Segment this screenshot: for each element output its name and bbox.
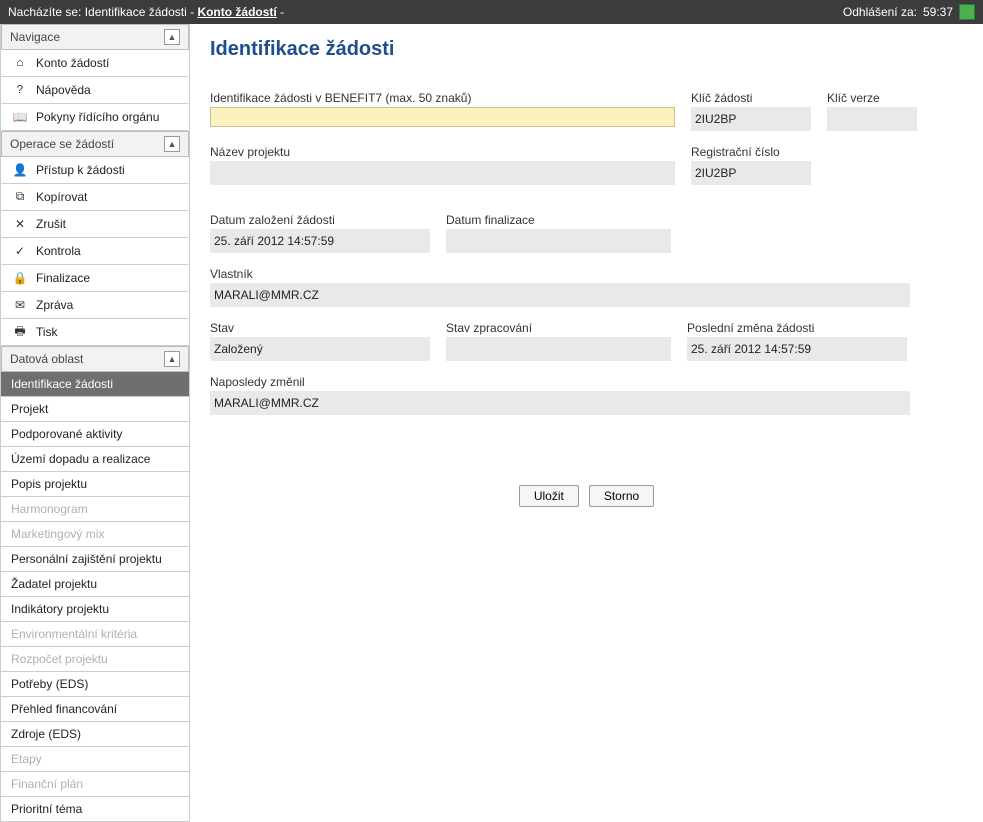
- ops-item[interactable]: ✓ Kontrola: [1, 238, 189, 265]
- data-area-item: Rozpočet projektu: [1, 647, 189, 672]
- name-value: [210, 161, 675, 185]
- data-area-item[interactable]: Personální zajištění projektu: [1, 547, 189, 572]
- nav-item[interactable]: ? Nápověda: [1, 77, 189, 104]
- ops-icon: ⧉: [12, 190, 28, 204]
- ops-item[interactable]: 🔒 Finalizace: [1, 265, 189, 292]
- breadcrumb-link[interactable]: Konto žádostí: [197, 5, 276, 19]
- ops-icon: 🔒: [12, 271, 28, 286]
- data-header-label: Datová oblast: [10, 352, 83, 366]
- breadcrumb-prefix: Nacházíte se: Identifikace žádosti -: [8, 5, 197, 19]
- ops-label: Finalizace: [36, 271, 90, 285]
- owner-label: Vlastník: [210, 267, 910, 281]
- ops-item[interactable]: ✕ Zrušit: [1, 211, 189, 238]
- data-area-item[interactable]: Potřeby (EDS): [1, 672, 189, 697]
- ops-label: Zpráva: [36, 298, 73, 312]
- data-area-item[interactable]: Území dopadu a realizace: [1, 447, 189, 472]
- logout-timer: Odhlášení za: 59:37: [843, 0, 975, 24]
- nav-item[interactable]: 📖 Pokyny řídícího orgánu: [1, 104, 189, 131]
- ops-label: Tisk: [36, 325, 58, 339]
- data-area-item[interactable]: Přehled financování: [1, 697, 189, 722]
- nav-icon: ⌂: [12, 56, 28, 70]
- key-value: 2IU2BP: [691, 107, 811, 131]
- created-value: 25. září 2012 14:57:59: [210, 229, 430, 253]
- logout-time: 59:37: [923, 0, 953, 24]
- breadcrumb: Nacházíte se: Identifikace žádosti - Kon…: [8, 0, 284, 24]
- data-area-item: Environmentální kritéria: [1, 622, 189, 647]
- data-area-item[interactable]: Identifikace žádosti: [1, 372, 189, 397]
- proc-value: [446, 337, 671, 361]
- nav-header-label: Navigace: [10, 30, 60, 44]
- nav-header[interactable]: Navigace ▲: [1, 24, 189, 50]
- ops-item[interactable]: ✉ Zpráva: [1, 292, 189, 319]
- ops-label: Zrušit: [36, 217, 66, 231]
- ver-value: [827, 107, 917, 131]
- data-area-item[interactable]: Popis projektu: [1, 472, 189, 497]
- nav-label: Nápověda: [36, 83, 91, 97]
- ops-label: Kontrola: [36, 244, 81, 258]
- data-area-item[interactable]: Zdroje (EDS): [1, 722, 189, 747]
- chevron-up-icon[interactable]: ▲: [164, 351, 180, 367]
- ops-icon: 🖶: [12, 322, 28, 343]
- breadcrumb-suffix: -: [277, 5, 284, 19]
- ops-icon: 👤: [12, 163, 28, 178]
- proc-label: Stav zpracování: [446, 321, 671, 335]
- ident-label: Identifikace žádosti v BENEFIT7 (max. 50…: [210, 91, 675, 105]
- lastby-label: Naposledy změnil: [210, 375, 910, 389]
- last-value: 25. září 2012 14:57:59: [687, 337, 907, 361]
- topbar: Nacházíte se: Identifikace žádosti - Kon…: [0, 0, 983, 24]
- ops-header[interactable]: Operace se žádostí ▲: [1, 131, 189, 157]
- reg-label: Registrační číslo: [691, 145, 811, 159]
- data-area-item: Etapy: [1, 747, 189, 772]
- logout-label: Odhlášení za:: [843, 0, 917, 24]
- save-button[interactable]: Uložit: [519, 485, 579, 507]
- final-label: Datum finalizace: [446, 213, 671, 227]
- ops-icon: ✓: [12, 244, 28, 259]
- chevron-up-icon[interactable]: ▲: [164, 29, 180, 45]
- chevron-up-icon[interactable]: ▲: [164, 136, 180, 152]
- reg-value: 2IU2BP: [691, 161, 811, 185]
- key-label: Klíč žádosti: [691, 91, 811, 105]
- final-value: [446, 229, 671, 253]
- cancel-button[interactable]: Storno: [589, 485, 654, 507]
- last-label: Poslední změna žádosti: [687, 321, 907, 335]
- ver-label: Klíč verze: [827, 91, 917, 105]
- data-area-item[interactable]: Žadatel projektu: [1, 572, 189, 597]
- page-title: Identifikace žádosti: [210, 38, 963, 61]
- data-header[interactable]: Datová oblast ▲: [1, 346, 189, 372]
- status-indicator-icon: [959, 4, 975, 20]
- ops-item[interactable]: ⧉ Kopírovat: [1, 184, 189, 211]
- nav-label: Konto žádostí: [36, 56, 109, 70]
- data-area-item[interactable]: Projekt: [1, 397, 189, 422]
- data-area-item: Finanční plán: [1, 772, 189, 797]
- data-area-item[interactable]: Podporované aktivity: [1, 422, 189, 447]
- nav-icon: 📖: [12, 110, 28, 125]
- nav-icon: ?: [12, 83, 28, 97]
- nav-label: Pokyny řídícího orgánu: [36, 110, 159, 124]
- ops-header-label: Operace se žádostí: [10, 137, 114, 151]
- main-content: Identifikace žádosti Identifikace žádost…: [190, 24, 983, 822]
- ops-item[interactable]: 👤 Přístup k žádosti: [1, 157, 189, 184]
- state-value: Založený: [210, 337, 430, 361]
- ident-input[interactable]: [210, 107, 675, 127]
- owner-value: MARALI@MMR.CZ: [210, 283, 910, 307]
- ops-label: Kopírovat: [36, 190, 87, 204]
- data-area-item[interactable]: Indikátory projektu: [1, 597, 189, 622]
- lastby-value: MARALI@MMR.CZ: [210, 391, 910, 415]
- ops-icon: ✉: [12, 298, 28, 313]
- name-label: Název projektu: [210, 145, 675, 159]
- data-area-item[interactable]: Prioritní téma: [1, 797, 189, 822]
- data-area-item: Marketingový mix: [1, 522, 189, 547]
- data-area-item: Harmonogram: [1, 497, 189, 522]
- ops-icon: ✕: [12, 217, 28, 232]
- sidebar: Navigace ▲ ⌂ Konto žádostí? Nápověda 📖 Pokyn…: [0, 24, 190, 822]
- created-label: Datum založení žádosti: [210, 213, 430, 227]
- ops-label: Přístup k žádosti: [36, 163, 125, 177]
- state-label: Stav: [210, 321, 430, 335]
- nav-item[interactable]: ⌂ Konto žádostí: [1, 50, 189, 77]
- ops-item[interactable]: 🖶 Tisk: [1, 319, 189, 346]
